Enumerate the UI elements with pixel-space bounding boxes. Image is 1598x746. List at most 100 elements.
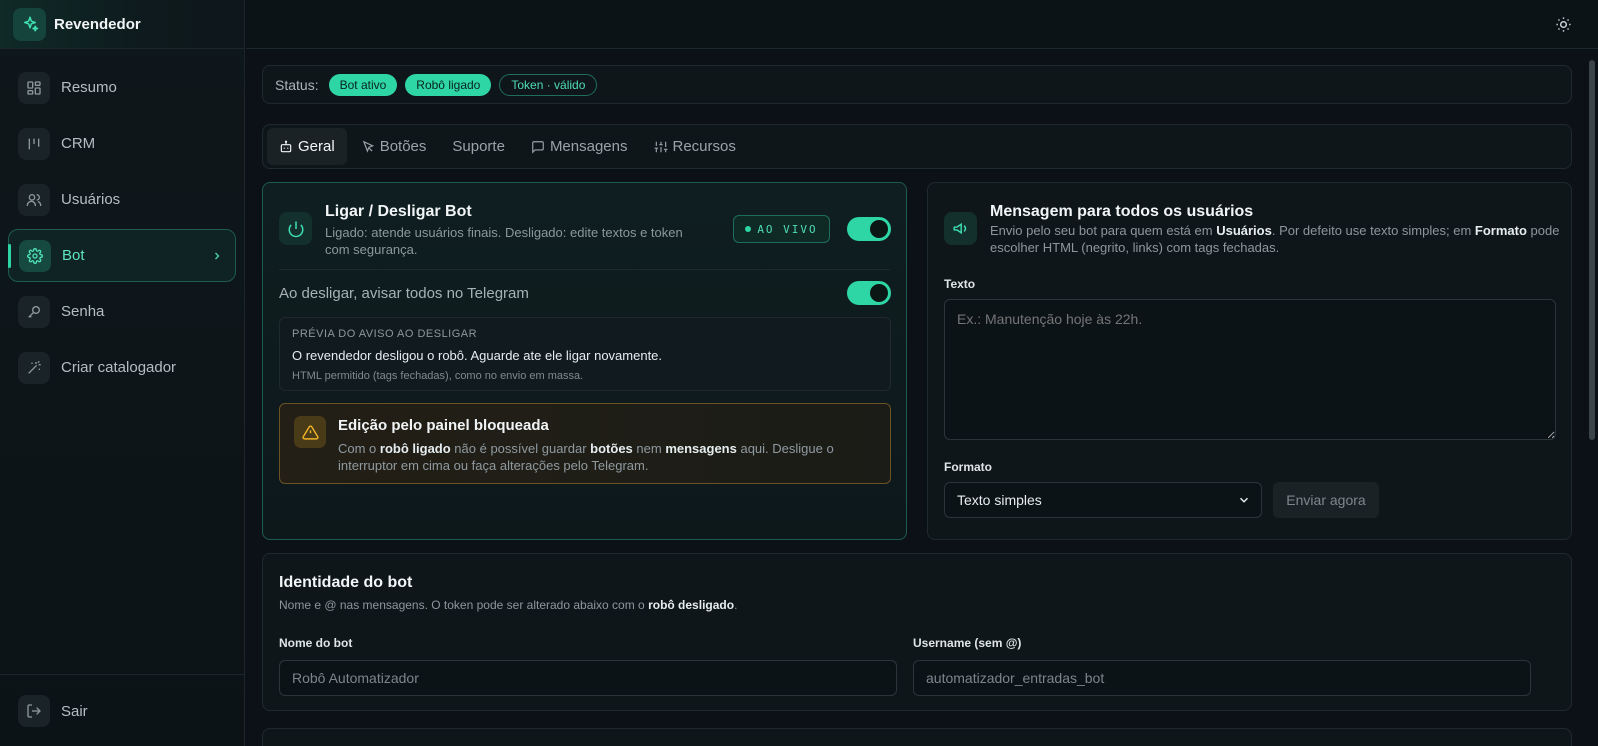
identity-desc-text: Nome e @ nas mensagens. O token pode ser…	[279, 598, 649, 612]
sun-icon[interactable]	[1555, 16, 1572, 33]
sidebar-footer: Sair	[0, 674, 244, 746]
topbar	[246, 0, 1598, 49]
tab-geral[interactable]: Geral	[267, 128, 347, 165]
broadcast-text-input[interactable]	[944, 299, 1556, 440]
status-bar: Status: Bot ativo Robô ligado Token · vá…	[262, 65, 1572, 104]
brand-name: Revendedor	[54, 15, 141, 33]
sidebar-item-label: Usuários	[61, 191, 121, 208]
main-content: Status: Bot ativo Robô ligado Token · vá…	[262, 65, 1572, 746]
warning-text: nem	[632, 441, 666, 456]
warning-title: Edição pelo painel bloqueada	[338, 417, 549, 434]
sidebar-item-label: Senha	[61, 303, 105, 320]
warning-icon	[294, 416, 326, 448]
divider	[279, 269, 890, 270]
status-badge-robot: Robô ligado	[405, 73, 492, 96]
format-select[interactable]: Texto simples	[944, 482, 1262, 518]
brand[interactable]: Revendedor	[0, 0, 244, 49]
status-badge-bot: Bot ativo	[328, 73, 398, 96]
warning-bold: mensagens	[665, 441, 737, 456]
cursor-icon	[361, 140, 375, 154]
sidebar-item-crm[interactable]: CRM	[8, 117, 236, 170]
broadcast-desc-text: Envio pelo seu bot para quem está em	[990, 223, 1217, 238]
power-icon	[279, 212, 312, 245]
bot-name-input[interactable]: Robô Automatizador	[279, 660, 897, 696]
status-label: Status:	[275, 76, 319, 93]
tab-label: Botões	[379, 138, 427, 155]
power-card-desc-line1: Ligado: atende usuários finais. Desligad…	[325, 225, 683, 240]
kanban-icon	[18, 127, 50, 160]
identity-desc-bold: robô desligado	[648, 598, 735, 612]
format-select-value: Texto simples	[957, 492, 1042, 508]
sidebar-nav: Resumo CRM Usuários Bot Senha Criar cata…	[0, 49, 244, 394]
tab-botoes[interactable]: Botões	[349, 128, 439, 165]
chevron-down-icon	[1237, 493, 1251, 507]
broadcast-desc-text: . Por defeito use texto simples; em	[1271, 223, 1475, 238]
sidebar-item-label: Bot	[62, 247, 85, 264]
chat-icon	[531, 140, 545, 154]
logout-button[interactable]: Sair	[18, 695, 88, 727]
robot-icon	[279, 140, 293, 154]
cards-row: Ligar / Desligar Bot Ligado: atende usuá…	[262, 182, 1572, 540]
edit-locked-warning: Edição pelo painel bloqueada Com o robô …	[279, 403, 891, 484]
megaphone-icon	[944, 212, 977, 245]
tab-label: Geral	[298, 138, 335, 155]
warning-desc: Com o robô ligado não é possível guardar…	[338, 440, 878, 474]
magic-wand-icon	[18, 351, 50, 384]
bot-name-label: Nome do bot	[279, 636, 353, 650]
power-card-title: Ligar / Desligar Bot	[325, 203, 472, 220]
tab-bar: Geral Botões Suporte Mensagens Recursos	[262, 124, 1572, 169]
status-badge-token: Token · válido	[499, 73, 598, 96]
dashboard-icon	[18, 71, 50, 104]
tab-label: Mensagens	[549, 138, 628, 155]
format-field-label: Formato	[944, 460, 992, 474]
send-now-button[interactable]: Enviar agora	[1273, 482, 1379, 518]
tab-mensagens[interactable]: Mensagens	[519, 128, 640, 165]
notify-telegram-toggle[interactable]	[847, 281, 891, 305]
logout-label: Sair	[61, 702, 88, 720]
identity-card-desc: Nome e @ nas mensagens. O token pode ser…	[279, 598, 737, 612]
warning-bold: robô ligado	[379, 441, 451, 456]
sparkle-icon	[13, 7, 46, 41]
next-card	[262, 728, 1572, 746]
broadcast-card-title: Mensagem para todos os usuários	[990, 203, 1254, 220]
identity-card: Identidade do bot Nome e @ nas mensagens…	[262, 553, 1572, 711]
broadcast-card-desc: Envio pelo seu bot para quem está em Usu…	[990, 222, 1560, 256]
live-badge-label: AO VIVO	[757, 222, 818, 236]
sidebar-item-bot[interactable]: Bot	[8, 229, 236, 282]
preview-note: HTML permitido (tags fechadas), como no …	[292, 370, 584, 382]
power-card-desc: Ligado: atende usuários finais. Desligad…	[325, 224, 705, 258]
broadcast-card: Mensagem para todos os usuários Envio pe…	[927, 182, 1572, 540]
tab-label: Suporte	[452, 138, 505, 155]
shutdown-preview: PRÉVIA DO AVISO AO DESLIGAR O revendedor…	[279, 317, 891, 391]
warning-text: Com o	[338, 441, 380, 456]
tab-label: Recursos	[672, 138, 736, 155]
preview-title: PRÉVIA DO AVISO AO DESLIGAR	[292, 328, 478, 340]
sidebar-item-senha[interactable]: Senha	[8, 285, 236, 338]
chevron-right-icon	[211, 250, 223, 262]
text-field-label: Texto	[944, 277, 976, 291]
sidebar-item-label: Criar catalogador	[61, 359, 177, 376]
bot-power-toggle[interactable]	[847, 217, 891, 241]
identity-card-title: Identidade do bot	[279, 574, 413, 591]
sidebar-item-criar-catalogador[interactable]: Criar catalogador	[8, 341, 236, 394]
key-icon	[18, 295, 50, 328]
warning-text: não é possível guardar	[450, 441, 591, 456]
notify-telegram-label: Ao desligar, avisar todos no Telegram	[279, 285, 529, 302]
tab-recursos[interactable]: Recursos	[642, 128, 748, 165]
logout-icon	[18, 695, 50, 727]
sidebar-item-label: Resumo	[61, 79, 117, 96]
live-dot-icon	[745, 226, 752, 232]
sidebar-item-label: CRM	[61, 135, 96, 152]
sidebar-item-usuarios[interactable]: Usuários	[8, 173, 236, 226]
gear-icon	[19, 239, 51, 272]
broadcast-desc-bold: Formato	[1474, 223, 1527, 238]
power-card-desc-line2: com segurança.	[325, 242, 418, 257]
sidebar-item-resumo[interactable]: Resumo	[8, 61, 236, 114]
tab-suporte[interactable]: Suporte	[440, 128, 517, 165]
bot-username-input[interactable]: automatizador_entradas_bot	[913, 660, 1531, 696]
live-badge: AO VIVO	[733, 215, 830, 243]
users-icon	[18, 183, 50, 216]
identity-desc-text: .	[734, 598, 738, 612]
power-card: Ligar / Desligar Bot Ligado: atende usuá…	[262, 182, 907, 540]
page-scrollbar[interactable]	[1589, 60, 1595, 440]
